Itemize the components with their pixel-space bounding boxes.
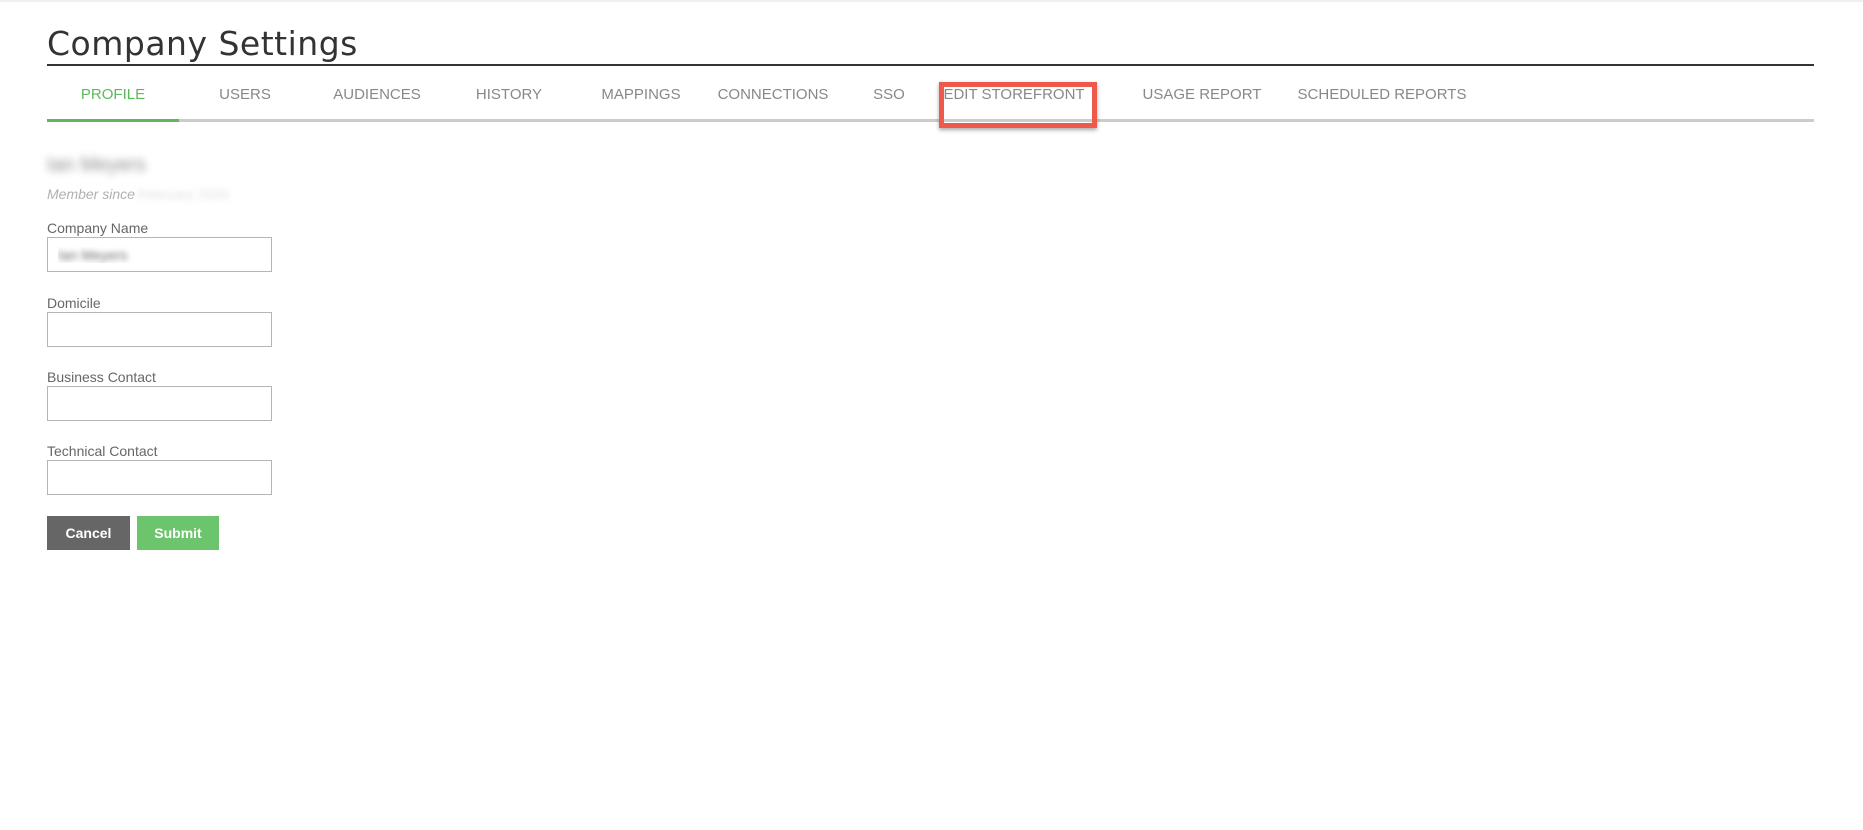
tab-connections[interactable]: CONNECTIONS [707,84,839,119]
technical-contact-input[interactable] [47,460,272,495]
page-title: Company Settings [47,24,358,63]
tab-audiences[interactable]: AUDIENCES [311,84,443,119]
tab-history[interactable]: HISTORY [443,84,575,119]
business-contact-input[interactable] [47,386,272,421]
tab-sso[interactable]: SSO [839,84,939,119]
company-name-label: Company Name [47,220,149,236]
business-contact-label: Business Contact [47,369,156,385]
cancel-button[interactable]: Cancel [47,516,130,550]
technical-contact-label: Technical Contact [47,443,158,459]
tab-profile[interactable]: PROFILE [47,84,179,122]
edit-storefront-highlight [939,82,1097,128]
company-name-input[interactable] [47,237,272,272]
title-divider [47,64,1814,66]
tab-usage-report[interactable]: USAGE REPORT [1127,84,1277,119]
member-since-label: Member since [47,186,135,202]
domicile-input[interactable] [47,312,272,347]
profile-user-name: Ian Meyers [47,154,146,176]
member-since-date: February 2020 [138,186,230,202]
submit-button[interactable]: Submit [137,516,219,550]
page: Company Settings PROFILE USERS AUDIENCES… [0,0,1863,830]
tab-scheduled-reports[interactable]: SCHEDULED REPORTS [1287,84,1477,119]
domicile-label: Domicile [47,295,101,311]
tab-mappings[interactable]: MAPPINGS [575,84,707,119]
settings-tabs: PROFILE USERS AUDIENCES HISTORY MAPPINGS… [47,84,1814,122]
tab-users[interactable]: USERS [179,84,311,119]
